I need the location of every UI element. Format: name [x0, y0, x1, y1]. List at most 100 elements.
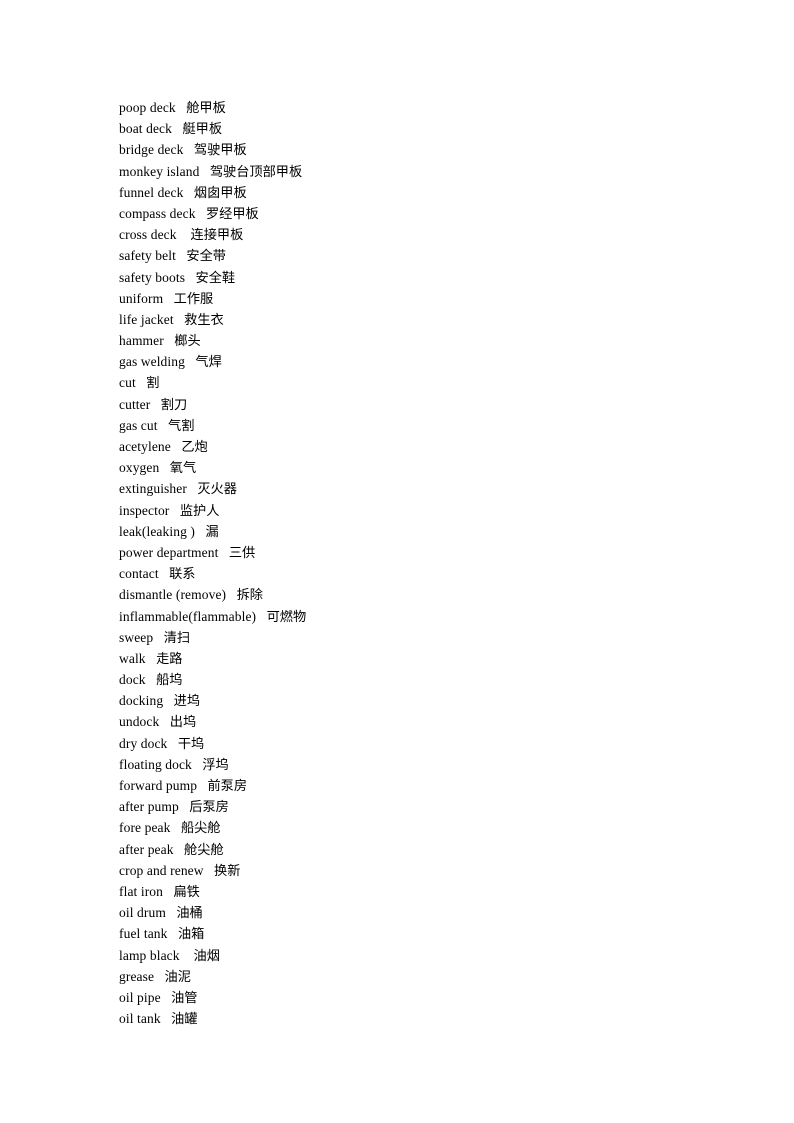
glossary-entry: power department 三供 [119, 542, 739, 563]
glossary-entry-spacer [163, 881, 173, 902]
glossary-term-chinese: 烟囱甲板 [193, 185, 247, 201]
glossary-term-english: funnel deck [119, 184, 184, 200]
glossary-term-english: floating dock [119, 756, 192, 772]
glossary-term-chinese: 救生衣 [184, 312, 224, 328]
glossary-term-chinese: 安全带 [186, 249, 226, 265]
glossary-term-english: forward pump [119, 778, 198, 793]
glossary-term-chinese: 前泵房 [207, 779, 248, 794]
glossary-term-english: power department [119, 544, 219, 560]
glossary-entry-spacer [164, 330, 174, 351]
glossary-entry: docking 进坞 [119, 690, 739, 711]
glossary-entry-spacer [167, 733, 177, 754]
glossary-entry-spacer [150, 394, 160, 415]
glossary-entry-spacer [185, 267, 195, 288]
glossary-entry: poop deck 舱甲板 [119, 97, 739, 118]
glossary-entry-spacer [159, 457, 169, 478]
glossary-term-english: acetylene [119, 439, 171, 454]
glossary-entry-spacer [226, 584, 236, 605]
glossary-entry: flat iron 扁铁 [119, 881, 739, 902]
glossary-entry-spacer [153, 627, 163, 648]
glossary-term-chinese: 氧气 [169, 461, 197, 477]
glossary-term-english: gas cut [119, 417, 158, 433]
glossary-term-chinese: 扁铁 [173, 884, 200, 900]
glossary-term-chinese: 连接甲板 [190, 228, 244, 244]
glossary-entry-spacer [183, 139, 193, 160]
glossary-term-english: oil pipe [119, 989, 161, 1005]
glossary-term-chinese: 油管 [171, 990, 198, 1006]
glossary-entry: after pump 后泵房 [119, 796, 739, 817]
glossary-term-chinese: 可燃物 [266, 609, 307, 625]
glossary-term-chinese: 进坞 [173, 694, 201, 710]
glossary-entry-spacer [171, 817, 181, 838]
glossary-entry-spacer [146, 648, 156, 669]
glossary-entry: fore peak 船尖舱 [119, 817, 739, 838]
glossary-term-chinese: 气焊 [195, 355, 222, 371]
glossary-term-chinese: 三供 [228, 545, 256, 561]
glossary-entry-spacer [163, 288, 173, 309]
glossary-entry: gas cut 气割 [119, 415, 739, 436]
glossary-entry: undock 出坞 [119, 711, 739, 732]
glossary-term-english: cut [119, 375, 136, 391]
glossary-term-chinese: 拆除 [236, 588, 263, 604]
glossary-entry-spacer [154, 966, 164, 987]
glossary-term-english: after pump [119, 799, 179, 815]
glossary-term-chinese: 驾驶甲板 [193, 143, 247, 159]
glossary-term-chinese: 清扫 [163, 630, 191, 646]
glossary-entry-spacer [158, 415, 168, 436]
glossary-term-chinese: 割 [146, 376, 160, 392]
glossary-term-english: lamp black [119, 947, 180, 963]
glossary-entry: bridge deck 驾驶甲板 [119, 139, 739, 160]
glossary-term-chinese: 监护人 [179, 503, 220, 519]
glossary-term-english: oil drum [119, 905, 166, 921]
glossary-entry-spacer [166, 902, 176, 923]
glossary-entry: sweep 清扫 [119, 627, 739, 648]
glossary-entry: dock 船坞 [119, 669, 739, 690]
glossary-entry-spacer [196, 203, 206, 224]
glossary-term-chinese: 船尖舱 [180, 821, 221, 837]
glossary-entry: lamp black 油烟 [119, 945, 739, 966]
glossary-entry: oil tank 油罐 [119, 1008, 739, 1029]
glossary-entry: boat deck 艇甲板 [119, 118, 739, 139]
glossary-term-english: oxygen [119, 460, 160, 476]
glossary-term-english: dock [119, 672, 146, 688]
glossary-entry-spacer [199, 161, 209, 182]
glossary-term-chinese: 安全鞋 [195, 270, 236, 286]
glossary-entry-spacer [172, 118, 182, 139]
glossary-entry: safety belt 安全带 [119, 245, 739, 266]
glossary-term-english: bridge deck [119, 142, 184, 158]
glossary-term-english: leak(leaking ) [119, 523, 195, 539]
glossary-term-chinese: 漏 [205, 524, 219, 540]
glossary-entry: walk 走路 [119, 648, 739, 669]
glossary-term-english: grease [119, 968, 155, 984]
glossary-term-english: flat iron [119, 883, 164, 899]
glossary-entry-list: poop deck 舱甲板 boat deck 艇甲板 bridge deck 驾驶… [119, 97, 739, 1029]
glossary-term-chinese: 油箱 [177, 927, 205, 943]
glossary-term-english: cutter [119, 396, 151, 412]
glossary-entry: hammer 榔头 [119, 330, 739, 351]
glossary-entry-spacer [168, 923, 178, 944]
glossary-term-chinese: 榔头 [174, 334, 201, 350]
glossary-term-english: hammer [119, 333, 164, 349]
glossary-entry-spacer [136, 372, 146, 393]
glossary-term-chinese: 油泥 [164, 969, 191, 985]
glossary-entry-spacer [146, 669, 156, 690]
glossary-entry: uniform 工作服 [119, 288, 739, 309]
glossary-entry: life jacket 救生衣 [119, 309, 739, 330]
glossary-term-english: extinguisher [119, 481, 187, 497]
glossary-entry: contact 联系 [119, 563, 739, 584]
glossary-entry-spacer [185, 351, 195, 372]
glossary-entry: dry dock 干坞 [119, 733, 739, 754]
glossary-entry: acetylene 乙炮 [119, 436, 739, 457]
glossary-entry-spacer [169, 500, 179, 521]
glossary-term-chinese: 灭火器 [197, 482, 237, 498]
glossary-term-chinese: 船坞 [156, 673, 183, 689]
glossary-entry-spacer [179, 796, 189, 817]
glossary-term-english: after peak [119, 841, 174, 857]
glossary-term-english: contact [119, 566, 159, 582]
glossary-term-english: oil tank [119, 1011, 161, 1027]
glossary-term-chinese: 换新 [214, 863, 241, 879]
glossary-term-chinese: 割刀 [160, 397, 188, 413]
glossary-term-english: undock [119, 714, 160, 730]
glossary-entry: cut 割 [119, 372, 739, 393]
glossary-entry-spacer [180, 945, 194, 966]
